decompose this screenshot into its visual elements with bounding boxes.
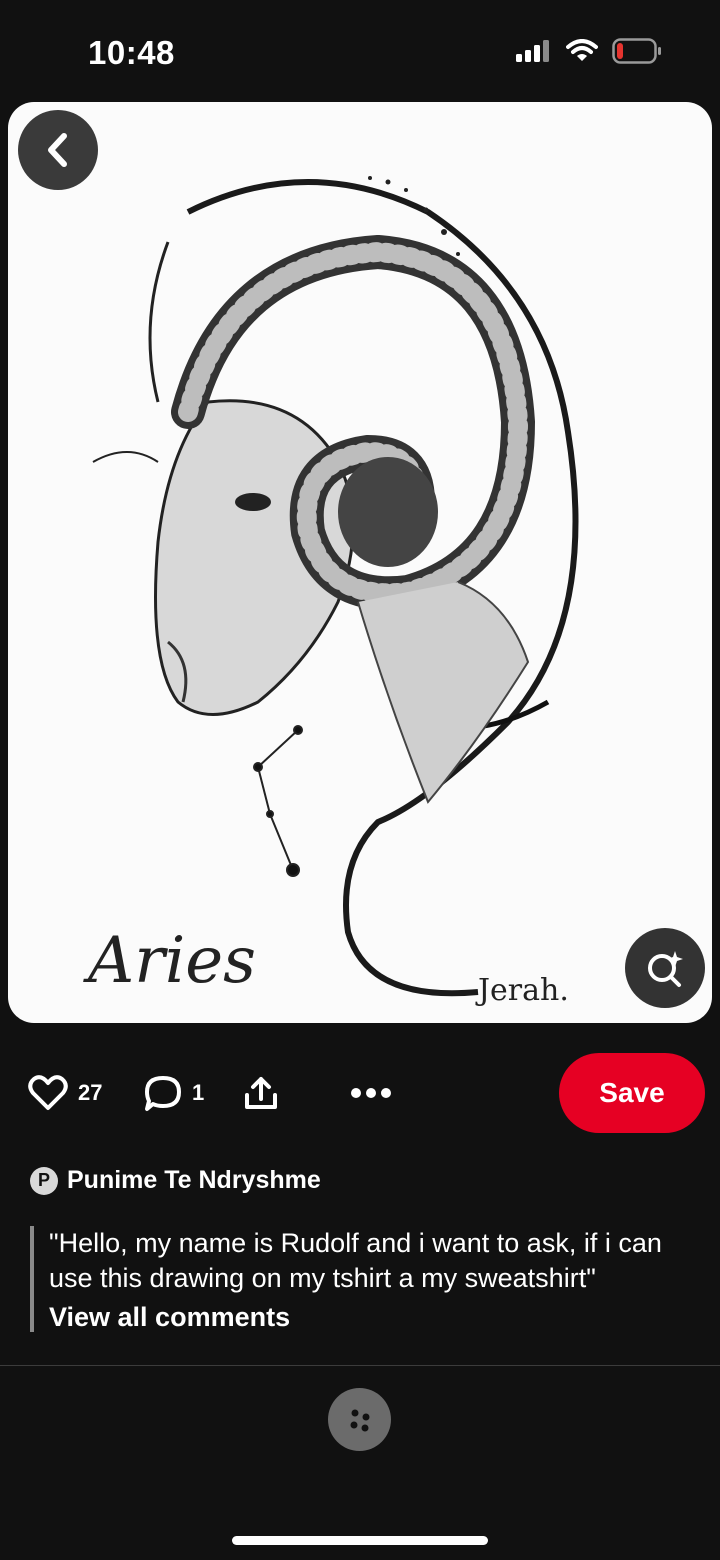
- caption-aries: Aries: [83, 924, 256, 998]
- chevron-left-icon: [48, 133, 67, 167]
- status-time: 10:48: [88, 34, 175, 71]
- top-comment[interactable]: "Hello, my name is Rudolf and i want to …: [30, 1226, 694, 1332]
- lens-sparkle-icon: [648, 951, 683, 987]
- heart-outline-icon: [28, 1075, 68, 1110]
- author-name: Punime Te Ndryshme: [67, 1166, 321, 1194]
- share-upload-icon: [245, 1077, 277, 1109]
- speech-bubble-icon: [145, 1076, 181, 1111]
- more-options-button[interactable]: [350, 1052, 392, 1134]
- likes-count: 27: [78, 1080, 103, 1105]
- view-all-comments-link[interactable]: View all comments: [49, 1302, 290, 1333]
- signature-jerah: Jerah.: [475, 973, 569, 1008]
- battery-icon: [612, 38, 661, 64]
- avatar: P: [30, 1166, 58, 1195]
- ellipsis-icon: [351, 1088, 391, 1098]
- back-button[interactable]: [18, 110, 98, 190]
- dots-cluster-icon: [350, 1409, 369, 1431]
- signal-icon: [516, 40, 549, 62]
- share-button[interactable]: [243, 1052, 279, 1134]
- like-button[interactable]: 27: [28, 1052, 102, 1134]
- comments-count: 1: [192, 1080, 205, 1105]
- comment-button[interactable]: 1: [144, 1052, 204, 1134]
- comment-text: "Hello, my name is Rudolf and i want to …: [49, 1228, 662, 1293]
- visual-search-button[interactable]: [625, 928, 705, 1008]
- wifi-icon: [566, 39, 598, 61]
- pin-author[interactable]: P Punime Te Ndryshme: [30, 1166, 321, 1195]
- status-icons: [516, 38, 662, 64]
- pin-image-card[interactable]: Aries Jerah.: [8, 102, 712, 1023]
- status-bar: 10:48: [0, 0, 720, 100]
- aries-ram-drawing: Aries Jerah.: [83, 176, 579, 1008]
- section-divider: [0, 1365, 720, 1366]
- save-button[interactable]: Save: [559, 1053, 705, 1133]
- home-indicator[interactable]: [232, 1536, 488, 1545]
- related-pins-button[interactable]: [328, 1388, 391, 1451]
